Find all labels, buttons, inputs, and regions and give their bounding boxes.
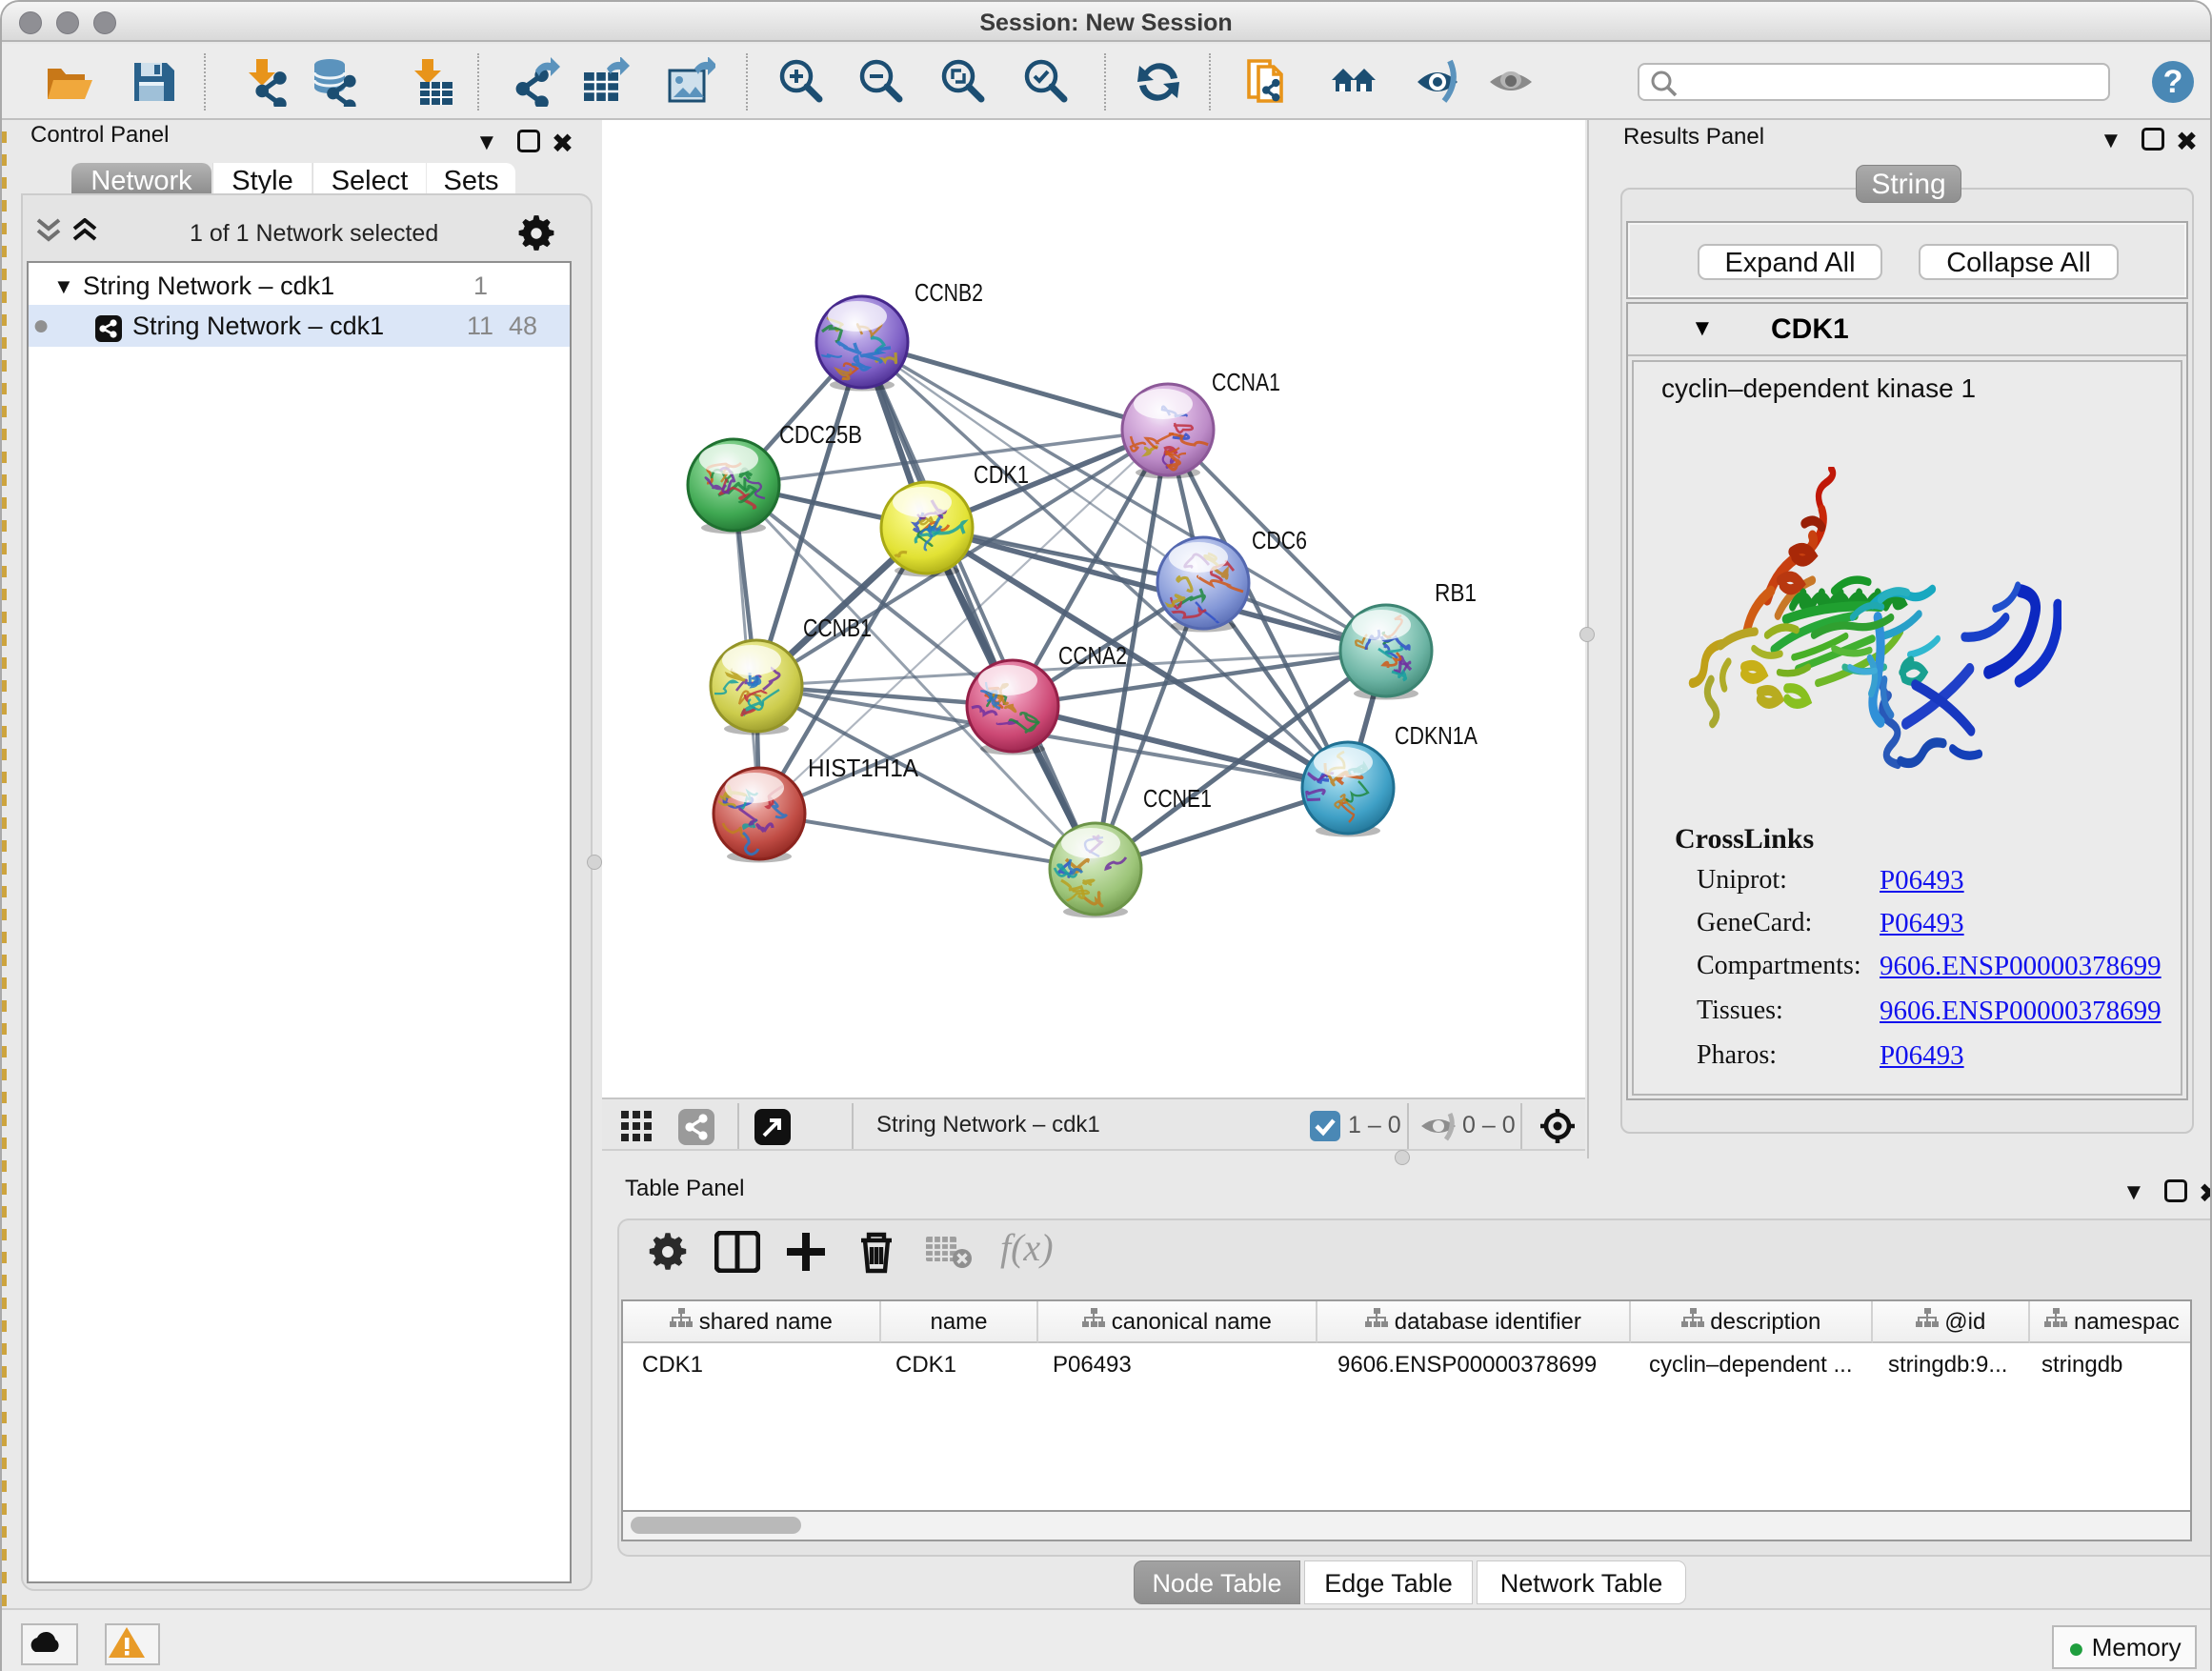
svg-text:CCNA2: CCNA2 — [1058, 641, 1127, 670]
svg-text:CDK1: CDK1 — [974, 460, 1029, 489]
svg-text:CCNE1: CCNE1 — [1143, 784, 1212, 813]
svg-text:CDC25B: CDC25B — [779, 420, 862, 449]
svg-text:CDKN1A: CDKN1A — [1395, 721, 1478, 750]
svg-text:CCNB2: CCNB2 — [915, 278, 983, 307]
svg-text:HIST1H1A: HIST1H1A — [808, 754, 919, 782]
svg-text:CCNB1: CCNB1 — [803, 614, 872, 642]
svg-text:CCNA1: CCNA1 — [1212, 368, 1280, 396]
svg-text:RB1: RB1 — [1435, 578, 1477, 607]
svg-text:CDC6: CDC6 — [1252, 526, 1307, 554]
